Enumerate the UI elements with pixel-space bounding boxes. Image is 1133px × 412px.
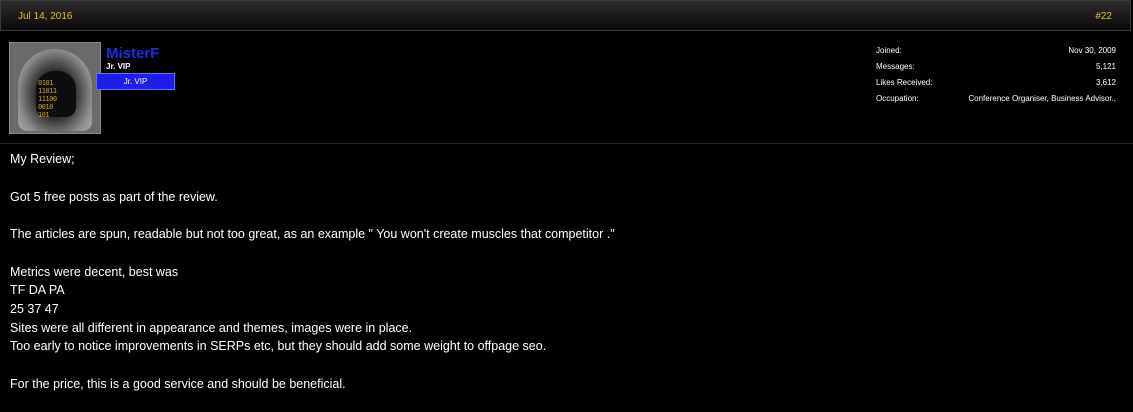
username-link[interactable]: MisterF	[106, 45, 159, 62]
message-line: Metrics were decent, best was	[10, 264, 179, 279]
stat-value: Conference Organiser, Business Advisor.,	[968, 94, 1116, 103]
post-date[interactable]: Jul 14, 2016	[18, 11, 73, 22]
stat-value[interactable]: 5,121	[1096, 62, 1116, 71]
user-info: 0101 11011 11100 0010 101 MisterF Jr. VI…	[0, 38, 1133, 144]
message-line: For the price, this is a good service an…	[10, 376, 346, 391]
user-stats: Joined: Nov 30, 2009 Messages: 5,121 Lik…	[876, 46, 1116, 110]
stat-label: Occupation:	[876, 94, 919, 103]
stat-value: 3,612	[1095, 78, 1116, 87]
stat-likes: Likes Received: 3,612	[876, 78, 1116, 94]
user-rank-banner: Jr. VIP	[96, 73, 175, 90]
stat-label: Messages:	[876, 62, 915, 71]
post-body: My Review; Got 5 free posts as part of t…	[10, 150, 1110, 393]
stat-value: Nov 30, 2009	[1068, 46, 1116, 55]
message-line: The articles are spun, readable but not …	[10, 227, 615, 242]
message-line: My Review;	[10, 152, 75, 166]
post-number-link[interactable]: #22	[1095, 11, 1112, 22]
message-line: Too early to notice improvements in SERP…	[10, 339, 547, 354]
stat-messages: Messages: 5,121	[876, 62, 1116, 78]
post-header: Jul 14, 2016 #22	[0, 0, 1131, 31]
stat-joined: Joined: Nov 30, 2009	[876, 46, 1116, 62]
message-line: 25 37 47	[10, 301, 59, 316]
message-line: Sites were all different in appearance a…	[10, 320, 413, 335]
avatar[interactable]: 0101 11011 11100 0010 101	[9, 42, 101, 134]
forum-post: Jul 14, 2016 #22 0101 11011 11100 0010 1…	[0, 0, 1133, 412]
message-line: TF DA PA	[10, 283, 65, 298]
avatar-binary: 0101 11011 11100 0010 101	[38, 79, 57, 119]
stat-label: Joined:	[876, 46, 902, 55]
stat-label: Likes Received:	[876, 78, 933, 87]
user-title: Jr. VIP	[106, 62, 131, 71]
message-line: Got 5 free posts as part of the review.	[10, 189, 218, 204]
stat-occupation: Occupation: Conference Organiser, Busine…	[876, 94, 1116, 110]
